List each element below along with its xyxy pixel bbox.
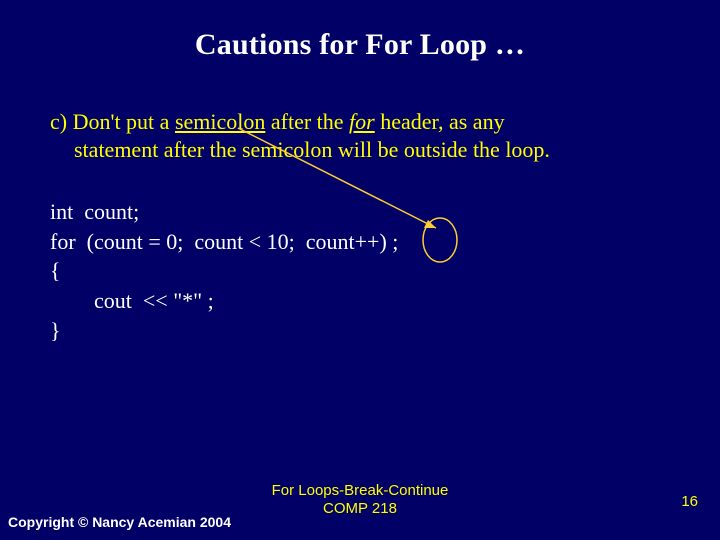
code-line-4: cout << "*" ; <box>50 288 214 313</box>
code-line-5: } <box>50 318 61 343</box>
caution-for-word: for <box>349 109 375 134</box>
caution-prefix: c) Don't put a <box>50 109 175 134</box>
code-line-2: for (count = 0; count < 10; count++) ; <box>50 229 398 254</box>
footer-center: For Loops-Break-Continue COMP 218 <box>0 482 720 518</box>
caution-mid1: after the <box>265 109 349 134</box>
slide-body: c) Don't put a semicolon after the for h… <box>50 108 670 345</box>
code-example: int count; for (count = 0; count < 10; c… <box>50 197 670 345</box>
code-line-3: { <box>50 258 61 283</box>
caution-text-line1: c) Don't put a semicolon after the for h… <box>50 108 670 136</box>
caution-semicolon-word: semicolon <box>175 109 265 134</box>
page-number: 16 <box>681 493 698 510</box>
slide: Cautions for For Loop … c) Don't put a s… <box>0 0 720 540</box>
caution-suffix1: header, as any <box>375 109 505 134</box>
caution-text-line2: statement after the semicolon will be ou… <box>50 136 670 164</box>
code-line-1: int count; <box>50 199 139 224</box>
footer-line2: COMP 218 <box>0 500 720 518</box>
slide-title: Cautions for For Loop … <box>0 0 720 62</box>
footer-line1: For Loops-Break-Continue <box>0 482 720 500</box>
